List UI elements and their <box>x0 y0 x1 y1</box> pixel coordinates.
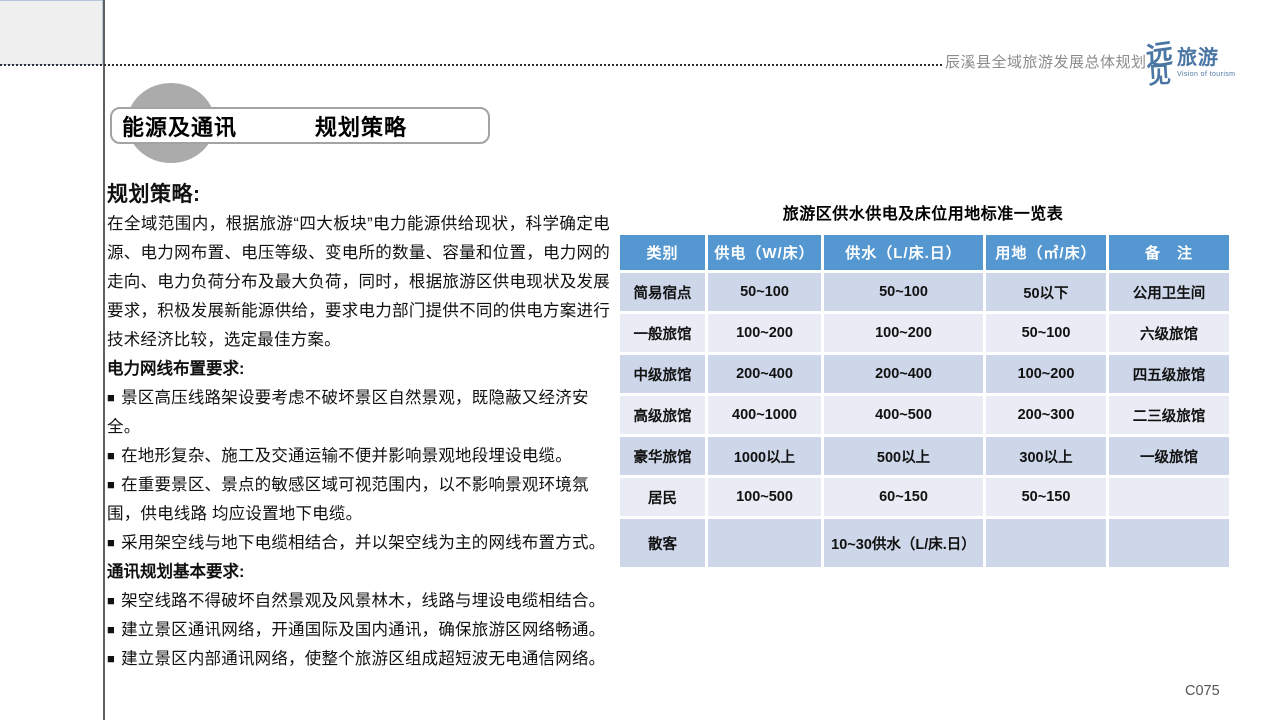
header-dotted-rule <box>0 64 942 66</box>
table-cell: 200~300 <box>985 395 1108 436</box>
logo-mark-bottom: 见 <box>1147 66 1171 87</box>
bullet-text: 在地形复杂、施工及交通运输不便并影响景观地段埋设电缆。 <box>121 447 572 465</box>
table-cell: 400~500 <box>823 395 985 436</box>
slide: 辰溪县全域旅游发展总体规划 远 见 旅游 Vision of tourism 能… <box>0 0 1280 720</box>
bullet-square-icon: ■ <box>107 477 115 492</box>
table-header-cell: 备 注 <box>1108 234 1231 272</box>
table-cell: 50~100 <box>985 313 1108 354</box>
bullet-text: 在重要景区、景点的敏感区域可视范围内，以不影响景观环境氛围，供电线路 均应设置地… <box>107 476 589 523</box>
subsection-heading: 电力网线布置要求: <box>107 355 610 384</box>
table-cell: 散客 <box>619 518 707 569</box>
corner-placeholder-box <box>0 0 103 65</box>
table-row: 散客 10~30供水（L/床.日） <box>619 518 1231 569</box>
subsection-heading: 通讯规划基本要求: <box>107 558 610 587</box>
power-grid-section: 电力网线布置要求: ■景区高压线路架设要考虑不破坏景区自然景观，既隐蔽又经济安全… <box>107 355 610 558</box>
table-cell: 简易宿点 <box>619 272 707 313</box>
bullet-text: 建立景区通讯网络，开通国际及国内通讯，确保旅游区网络畅通。 <box>121 621 605 639</box>
slide-title-section: 能源及通讯 <box>122 110 237 142</box>
vision-of-tourism-logo: 远 见 旅游 Vision of tourism <box>1146 8 1266 86</box>
table-row: 一般旅馆 100~200 100~200 50~100 六级旅馆 <box>619 313 1231 354</box>
table-cell: 400~1000 <box>707 395 823 436</box>
bullet-item: ■景区高压线路架设要考虑不破坏景区自然景观，既隐蔽又经济安全。 <box>107 384 610 442</box>
bullet-square-icon: ■ <box>107 593 115 608</box>
table-row: 高级旅馆 400~1000 400~500 200~300 二三级旅馆 <box>619 395 1231 436</box>
table-cell <box>1108 477 1231 518</box>
logo-tagline: Vision of tourism <box>1177 71 1235 78</box>
page-number: C075 <box>1185 683 1220 699</box>
bullet-text: 采用架空线与地下电缆相结合，并以架空线为主的网线布置方式。 <box>121 534 605 552</box>
bullet-text: 架空线路不得破坏自然景观及风景林木，线路与埋设电缆相结合。 <box>121 592 605 610</box>
logo-name: 旅游 <box>1177 48 1235 68</box>
table-cell: 50以下 <box>985 272 1108 313</box>
panel-intro-paragraph: 在全域范围内，根据旅游“四大板块”电力能源供给现状，科学确定电源、电力网布置、电… <box>107 210 610 355</box>
table-cell <box>985 518 1108 569</box>
table-cell: 60~150 <box>823 477 985 518</box>
bullet-item: ■ 采用架空线与地下电缆相结合，并以架空线为主的网线布置方式。 <box>107 529 610 558</box>
standards-table: 类别 供电（W/床） 供水（L/床.日） 用地（㎡/床） 备 注 简易宿点 50… <box>617 232 1232 570</box>
panel-heading: 规划策略: <box>107 180 610 210</box>
bullet-item: ■ 建立景区通讯网络，开通国际及国内通讯，确保旅游区网络畅通。 <box>107 616 610 645</box>
communication-section: 通讯规划基本要求: ■ 架空线路不得破坏自然景观及风景林木，线路与埋设电缆相结合。… <box>107 558 610 674</box>
table-cell <box>707 518 823 569</box>
table-cell: 500以上 <box>823 436 985 477</box>
bullet-square-icon: ■ <box>107 622 115 637</box>
bullet-square-icon: ■ <box>107 651 115 666</box>
table-cell: 10~30供水（L/床.日） <box>823 518 985 569</box>
table-header-cell: 类别 <box>619 234 707 272</box>
bullet-square-icon: ■ <box>107 390 115 405</box>
table-cell: 100~200 <box>707 313 823 354</box>
table-cell: 一级旅馆 <box>1108 436 1231 477</box>
table-cell: 100~500 <box>707 477 823 518</box>
table-cell: 50~100 <box>707 272 823 313</box>
logo-text: 旅游 Vision of tourism <box>1177 48 1235 86</box>
table-title: 旅游区供水供电及床位用地标准一览表 <box>617 200 1229 224</box>
table-row: 简易宿点 50~100 50~100 50以下 公用卫生间 <box>619 272 1231 313</box>
table-cell: 200~400 <box>707 354 823 395</box>
table-cell: 200~400 <box>823 354 985 395</box>
table-header-cell: 供电（W/床） <box>707 234 823 272</box>
table-cell: 一般旅馆 <box>619 313 707 354</box>
table-header-cell: 用地（㎡/床） <box>985 234 1108 272</box>
table-header-cell: 供水（L/床.日） <box>823 234 985 272</box>
table-cell: 50~100 <box>823 272 985 313</box>
project-title: 辰溪县全域旅游发展总体规划 <box>945 51 1145 72</box>
slide-title-subsection: 规划策略 <box>315 110 407 142</box>
table-cell: 四五级旅馆 <box>1108 354 1231 395</box>
table-cell: 中级旅馆 <box>619 354 707 395</box>
left-vertical-rule <box>103 0 105 720</box>
planning-strategy-panel: 规划策略: 在全域范围内，根据旅游“四大板块”电力能源供给现状，科学确定电源、电… <box>107 180 610 674</box>
table-header-row: 类别 供电（W/床） 供水（L/床.日） 用地（㎡/床） 备 注 <box>619 234 1231 272</box>
slide-title-box: 能源及通讯 规划策略 <box>110 107 490 144</box>
table-cell: 高级旅馆 <box>619 395 707 436</box>
table-cell: 50~150 <box>985 477 1108 518</box>
table-row: 中级旅馆 200~400 200~400 100~200 四五级旅馆 <box>619 354 1231 395</box>
standards-table-section: 旅游区供水供电及床位用地标准一览表 类别 供电（W/床） 供水（L/床.日） 用… <box>617 200 1229 570</box>
bullet-item: ■ 架空线路不得破坏自然景观及风景林木，线路与埋设电缆相结合。 <box>107 587 610 616</box>
table-cell: 100~200 <box>823 313 985 354</box>
table-cell: 二三级旅馆 <box>1108 395 1231 436</box>
bullet-item: ■在重要景区、景点的敏感区域可视范围内，以不影响景观环境氛围，供电线路 均应设置… <box>107 471 610 529</box>
bullet-square-icon: ■ <box>107 448 115 463</box>
bullet-item: ■ 建立景区内部通讯网络，使整个旅游区组成超短波无电通信网络。 <box>107 645 610 674</box>
table-row: 豪华旅馆 1000以上 500以上 300以上 一级旅馆 <box>619 436 1231 477</box>
table-cell: 豪华旅馆 <box>619 436 707 477</box>
table-cell: 300以上 <box>985 436 1108 477</box>
table-row: 居民 100~500 60~150 50~150 <box>619 477 1231 518</box>
logo-calligraphy-icon: 远 见 <box>1146 44 1173 86</box>
bullet-text: 景区高压线路架设要考虑不破坏景区自然景观，既隐蔽又经济安全。 <box>107 389 589 436</box>
table-cell: 1000以上 <box>707 436 823 477</box>
bullet-square-icon: ■ <box>107 535 115 550</box>
table-cell: 100~200 <box>985 354 1108 395</box>
table-cell: 六级旅馆 <box>1108 313 1231 354</box>
table-cell: 公用卫生间 <box>1108 272 1231 313</box>
table-cell: 居民 <box>619 477 707 518</box>
table-cell <box>1108 518 1231 569</box>
bullet-text: 建立景区内部通讯网络，使整个旅游区组成超短波无电通信网络。 <box>121 650 605 668</box>
bullet-item: ■ 在地形复杂、施工及交通运输不便并影响景观地段埋设电缆。 <box>107 442 610 471</box>
